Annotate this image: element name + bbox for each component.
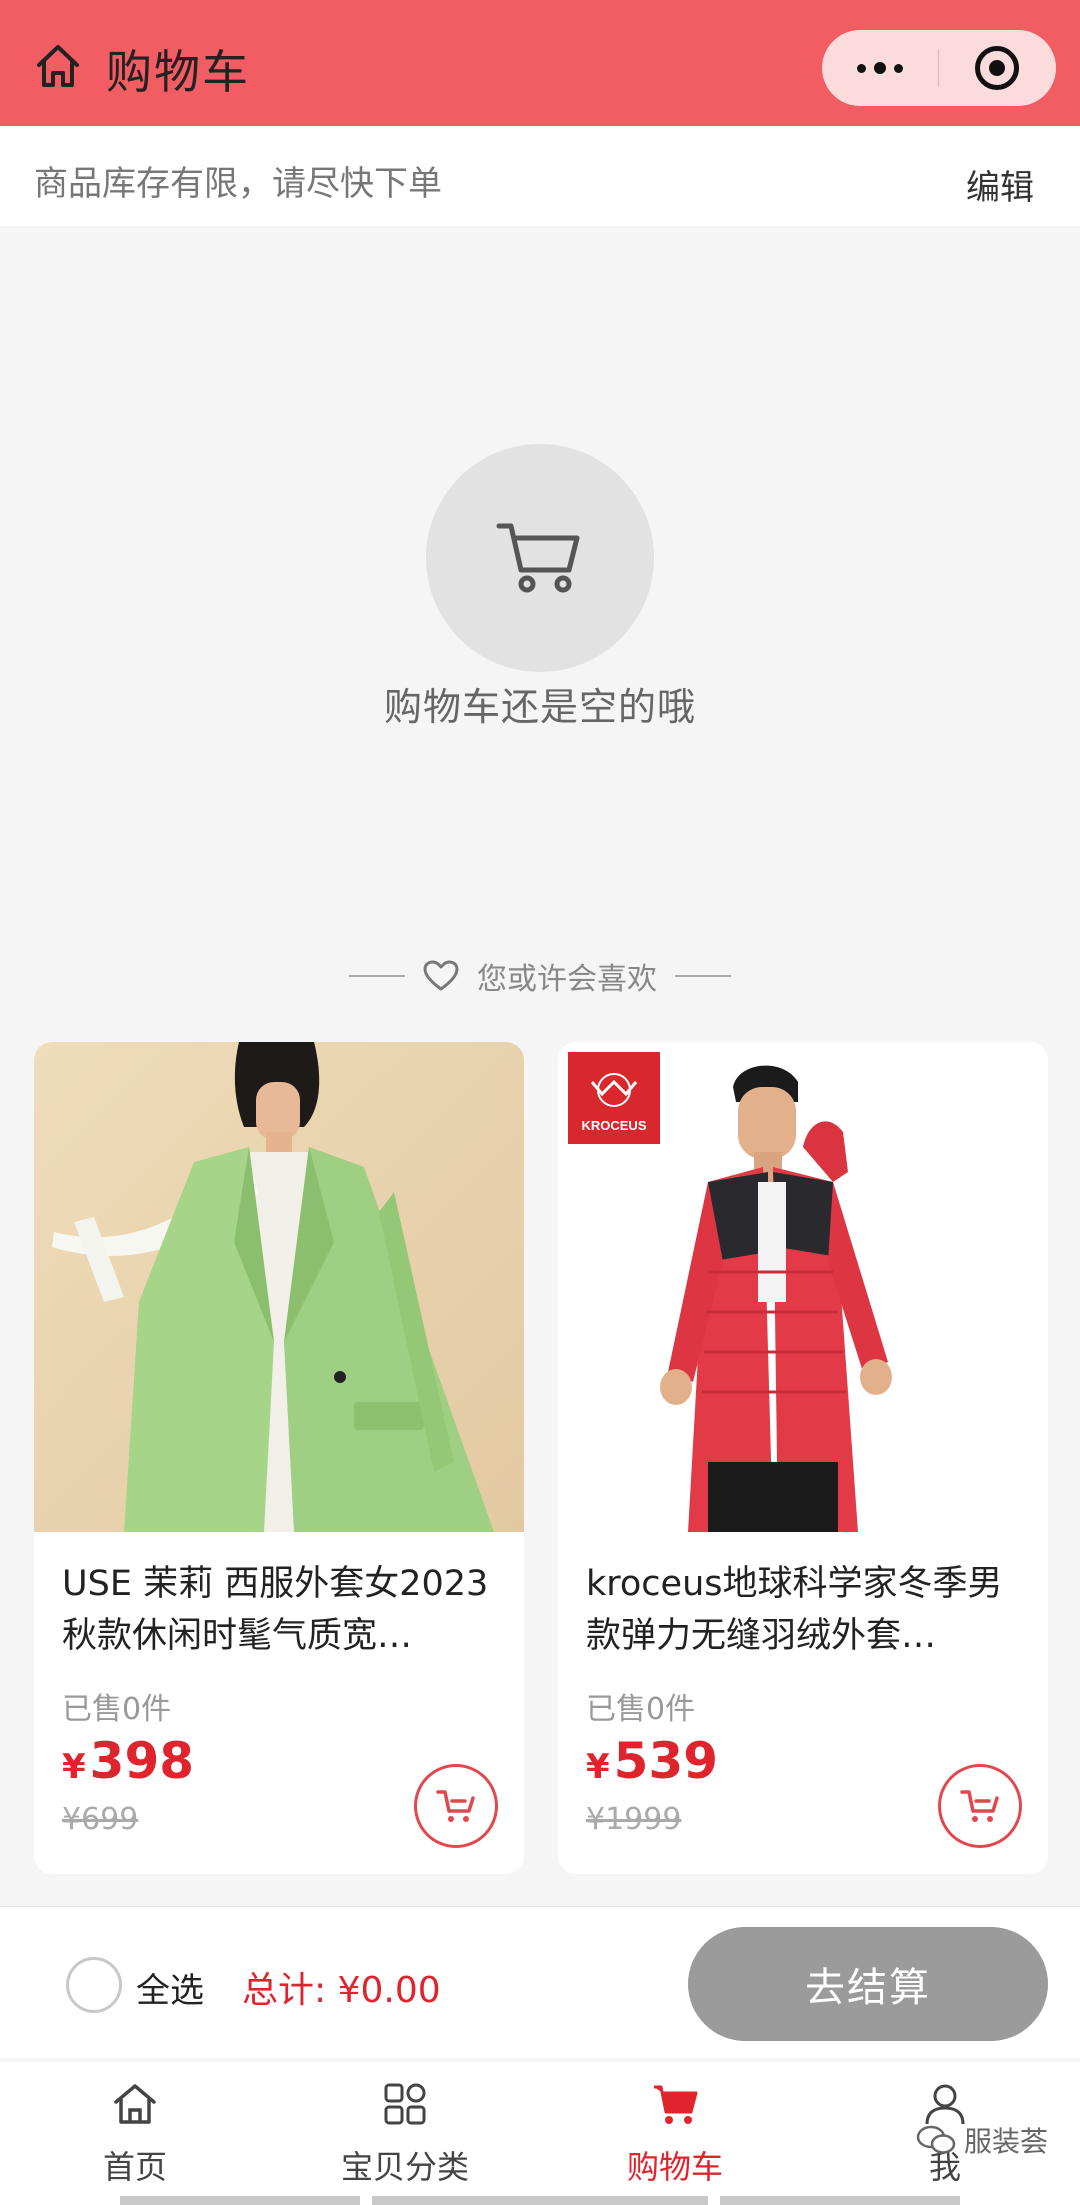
- tab-label: 首页: [102, 2148, 167, 2186]
- product-card[interactable]: USE 茉莉 西服外套女2023秋款休闲时髦气质宽… 已售0件 ¥398 ¥69…: [34, 1042, 524, 1874]
- home-indicator: [120, 2196, 360, 2205]
- miniprogram-capsule: [822, 30, 1056, 106]
- category-icon: [384, 2083, 426, 2125]
- top-navigation-bar: 购物车: [0, 0, 1080, 126]
- sold-count: 已售0件: [62, 1692, 172, 1727]
- total-amount: 总计: ¥0.00: [242, 1970, 441, 2011]
- heart-icon: [423, 960, 459, 991]
- tab-cart[interactable]: 购物车: [540, 2076, 810, 2196]
- target-icon: [975, 46, 1019, 90]
- brand-badge-text: KROCEUS: [581, 1118, 646, 1133]
- home-icon: [114, 2084, 156, 2124]
- currency-symbol: ¥: [586, 1747, 610, 1787]
- checkout-button[interactable]: 去结算: [688, 1927, 1048, 2041]
- tab-category[interactable]: 宝贝分类: [270, 2076, 540, 2196]
- more-dots-icon[interactable]: [822, 30, 938, 106]
- checkout-bar: 全选 总计: ¥0.00 去结算: [0, 1906, 1080, 2058]
- wechat-icon: [916, 2125, 956, 2154]
- cart-icon: [436, 1790, 475, 1822]
- product-price: ¥539: [586, 1732, 718, 1790]
- sold-count: 已售0件: [586, 1692, 696, 1727]
- product-title[interactable]: USE 茉莉 西服外套女2023秋款休闲时髦气质宽…: [62, 1558, 502, 1662]
- product-title[interactable]: kroceus地球科学家冬季男款弹力无缝羽绒外套…: [586, 1558, 1026, 1662]
- product-image[interactable]: [34, 1042, 524, 1532]
- empty-cart-text: 购物车还是空的哦: [383, 685, 696, 729]
- edit-button[interactable]: 编辑: [966, 160, 1034, 209]
- home-icon: [37, 45, 79, 87]
- home-indicator: [372, 2196, 708, 2205]
- divider-line: [675, 975, 731, 977]
- divider-line: [349, 975, 405, 977]
- price-value: 398: [89, 1732, 195, 1790]
- product-price: ¥398: [62, 1732, 194, 1790]
- close-miniprogram-button[interactable]: [939, 30, 1055, 106]
- add-to-cart-button[interactable]: [414, 1764, 498, 1848]
- add-to-cart-button[interactable]: [938, 1764, 1022, 1848]
- stock-notice-text: 商品库存有限，请尽快下单: [34, 164, 442, 204]
- recommend-divider: 您或许会喜欢: [0, 954, 1080, 998]
- product-card[interactable]: KROCEUS kroceus地球科学家冬季男款弹力无缝羽绒外套… 已售0件 ¥…: [558, 1042, 1048, 1874]
- cart-icon: [960, 1790, 999, 1822]
- empty-cart-illustration: [426, 444, 654, 672]
- tab-home[interactable]: 首页: [0, 2076, 270, 2196]
- cart-icon: [654, 2085, 698, 2124]
- home-indicator: [720, 2196, 960, 2205]
- recommend-label: 您或许会喜欢: [477, 962, 657, 997]
- original-price: ¥1999: [586, 1802, 682, 1837]
- cart-icon: [496, 523, 580, 593]
- stock-notice-bar: 商品库存有限，请尽快下单 编辑: [0, 126, 1080, 226]
- home-button[interactable]: [30, 38, 86, 94]
- currency-symbol: ¥: [62, 1747, 86, 1787]
- select-all-checkbox[interactable]: [66, 1957, 122, 2013]
- product-image[interactable]: KROCEUS: [558, 1042, 1048, 1532]
- page-title: 购物车: [106, 45, 250, 99]
- watermark-text: 服装荟: [963, 2125, 1048, 2158]
- tab-label: 购物车: [626, 2148, 723, 2186]
- watermark: 服装荟: [916, 2120, 1048, 2160]
- original-price: ¥699: [62, 1802, 139, 1837]
- price-value: 539: [613, 1732, 719, 1790]
- tab-label: 宝贝分类: [340, 2148, 469, 2186]
- select-all-label[interactable]: 全选: [136, 1963, 204, 2012]
